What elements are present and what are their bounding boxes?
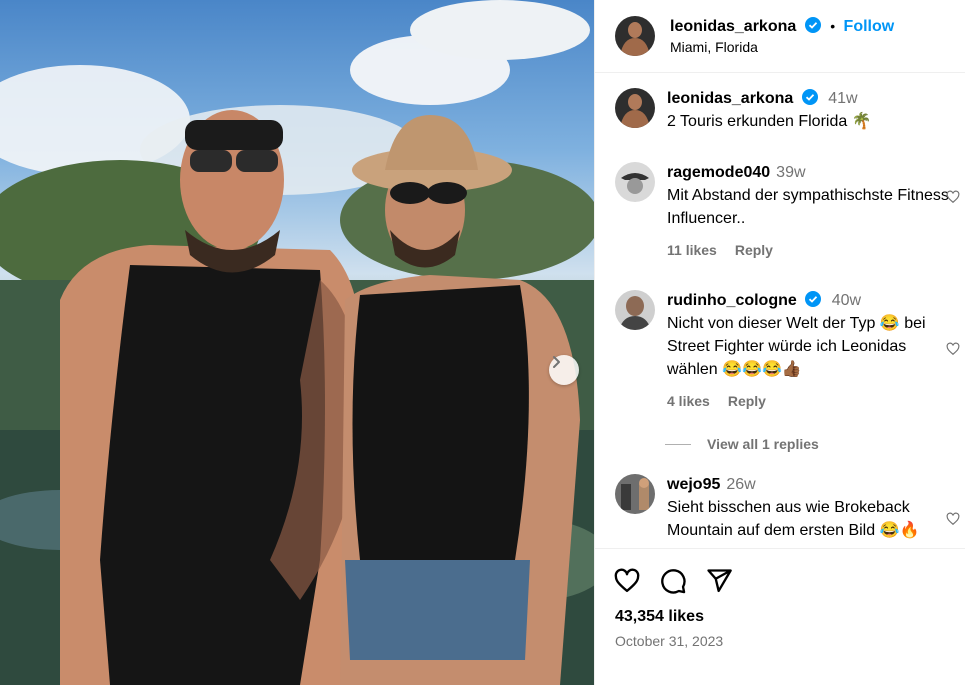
post-date[interactable]: October 31, 2023 xyxy=(615,633,723,649)
comment-time[interactable]: 40w xyxy=(832,292,861,309)
caption-time[interactable]: 41w xyxy=(828,90,857,107)
post-header: leonidas_arkona • Follow Miami, Florida xyxy=(595,0,965,73)
post-panel: leonidas_arkona • Follow Miami, Florida xyxy=(594,0,965,685)
comment-username[interactable]: rudinho_cologne xyxy=(667,292,797,309)
comment-username[interactable]: ragemode040 xyxy=(667,164,770,181)
comment-time[interactable]: 39w xyxy=(776,164,805,181)
follow-button[interactable]: Follow xyxy=(844,18,895,35)
caption: leonidas_arkona 41w 2 Touris erkunden Fl… xyxy=(615,88,952,133)
comment-likes[interactable]: 4 likes xyxy=(667,393,710,409)
post-photo[interactable] xyxy=(0,0,594,685)
caption-avatar[interactable] xyxy=(615,88,655,128)
post-location[interactable]: Miami, Florida xyxy=(670,39,894,55)
post-actions-bar xyxy=(595,548,965,613)
view-replies-label: View all 1 replies xyxy=(707,436,819,452)
comment-text: Mit Abstand der sympathischste Fitness I… xyxy=(667,187,949,227)
caption-username[interactable]: leonidas_arkona xyxy=(667,90,793,107)
photo-illustration xyxy=(0,0,594,685)
verified-badge-icon xyxy=(805,291,822,307)
comment-icon[interactable] xyxy=(659,567,687,595)
caption-text: 2 Touris erkunden Florida 🌴 xyxy=(667,113,872,130)
next-photo-button[interactable] xyxy=(549,355,579,385)
post-likes-count[interactable]: 43,354 likes xyxy=(615,608,704,626)
comment-heart-icon[interactable] xyxy=(946,190,960,204)
reply-button[interactable]: Reply xyxy=(735,242,773,258)
comment-item: ragemode040 39w Mit Abstand der sympathis… xyxy=(615,162,960,258)
commenter-avatar[interactable] xyxy=(615,474,655,514)
comment-text: Nicht von dieser Welt der Typ 😂 bei Stre… xyxy=(667,315,926,378)
comment-likes[interactable]: 11 likes xyxy=(667,242,717,258)
comment-time[interactable]: 26w xyxy=(726,476,755,493)
separator-dot: • xyxy=(830,18,836,34)
verified-badge-icon xyxy=(801,89,818,105)
reply-button[interactable]: Reply xyxy=(728,393,766,409)
author-username[interactable]: leonidas_arkona xyxy=(670,18,796,35)
comment-text: Sieht bisschen aus wie Brokeback Mountai… xyxy=(667,499,920,539)
comment-item: wejo95 26w Sieht bisschen aus wie Brokeba… xyxy=(615,474,960,542)
commenter-avatar[interactable] xyxy=(615,290,655,330)
chevron-right-icon xyxy=(553,356,560,368)
comment-heart-icon[interactable] xyxy=(946,512,960,526)
commenter-avatar[interactable] xyxy=(615,162,655,202)
author-avatar[interactable] xyxy=(615,16,655,56)
comment-item: rudinho_cologne 40w Nicht von dieser Wel… xyxy=(615,290,960,409)
view-replies-button[interactable]: View all 1 replies xyxy=(665,436,819,452)
replies-divider xyxy=(665,443,691,445)
comment-username[interactable]: wejo95 xyxy=(667,476,720,493)
heart-icon[interactable] xyxy=(613,567,641,595)
verified-badge-icon xyxy=(804,17,821,33)
comment-heart-icon[interactable] xyxy=(946,342,960,356)
send-icon[interactable] xyxy=(705,567,733,595)
comments-list[interactable]: leonidas_arkona 41w 2 Touris erkunden Fl… xyxy=(595,74,965,548)
